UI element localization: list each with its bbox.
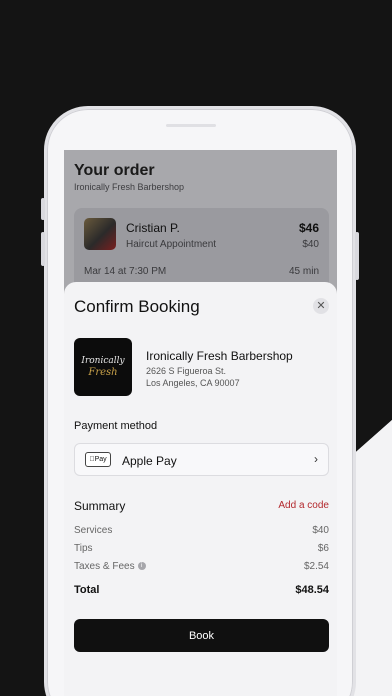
app-screen: Your order Ironically Fresh Barbershop C… xyxy=(64,150,337,696)
service-price: $40 xyxy=(302,239,319,250)
close-icon: ✕ xyxy=(316,299,326,312)
shop-address-line2: Los Angeles, CA 90007 xyxy=(146,378,240,388)
order-price: $46 xyxy=(298,221,319,235)
chevron-right-icon: › xyxy=(314,452,318,466)
phone-volume-button xyxy=(41,232,45,266)
confirm-booking-sheet: Confirm Booking ✕ Ironically Fresh Ironi… xyxy=(64,282,337,696)
summary-row-value: $2.54 xyxy=(303,561,329,572)
info-icon[interactable]: i xyxy=(137,562,146,571)
shop-logo: Ironically Fresh xyxy=(74,338,132,396)
summary-row-value: $6 xyxy=(317,543,329,554)
book-button[interactable]: Book xyxy=(74,619,329,652)
book-button-label: Book xyxy=(188,629,215,642)
barber-name: Cristian P. xyxy=(126,221,180,235)
logo-text-line2: Fresh xyxy=(88,367,118,378)
summary-row-label: Services xyxy=(74,525,113,536)
shop-name: Ironically Fresh Barbershop xyxy=(146,349,293,363)
summary-row-label: Taxes & Fees xyxy=(74,561,135,572)
summary-row-label: Tips xyxy=(74,543,93,554)
apple-pay-icon: Pay xyxy=(85,452,111,467)
total-value: $48.54 xyxy=(295,584,329,596)
add-code-link[interactable]: Add a code xyxy=(278,500,329,511)
barber-avatar xyxy=(84,218,116,250)
sheet-title: Confirm Booking xyxy=(74,297,200,316)
close-button[interactable]: ✕ xyxy=(313,298,329,314)
payment-method-label: Payment method xyxy=(74,420,158,432)
summary-row-taxes: Taxes & Fees i xyxy=(74,561,146,572)
phone-speaker xyxy=(166,124,216,127)
appointment-type: Haircut Appointment xyxy=(126,239,217,250)
payment-method-row[interactable]: Pay Apple Pay › xyxy=(74,443,329,476)
order-shop-name: Ironically Fresh Barbershop xyxy=(74,182,185,192)
phone-power-button xyxy=(355,232,359,280)
order-title: Your order xyxy=(74,162,155,179)
summary-title: Summary xyxy=(74,499,126,513)
total-label: Total xyxy=(74,584,100,596)
logo-text-line1: Ironically xyxy=(81,356,125,366)
phone-side-button xyxy=(41,198,45,220)
apple-pay-badge-text: Pay xyxy=(91,456,107,463)
appointment-duration: 45 min xyxy=(288,266,319,277)
payment-method-name: Apple Pay xyxy=(122,454,177,468)
shop-address-line1: 2626 S Figueroa St. xyxy=(146,366,227,376)
summary-row-value: $40 xyxy=(312,525,329,536)
appointment-datetime: Mar 14 at 7:30 PM xyxy=(84,266,167,277)
